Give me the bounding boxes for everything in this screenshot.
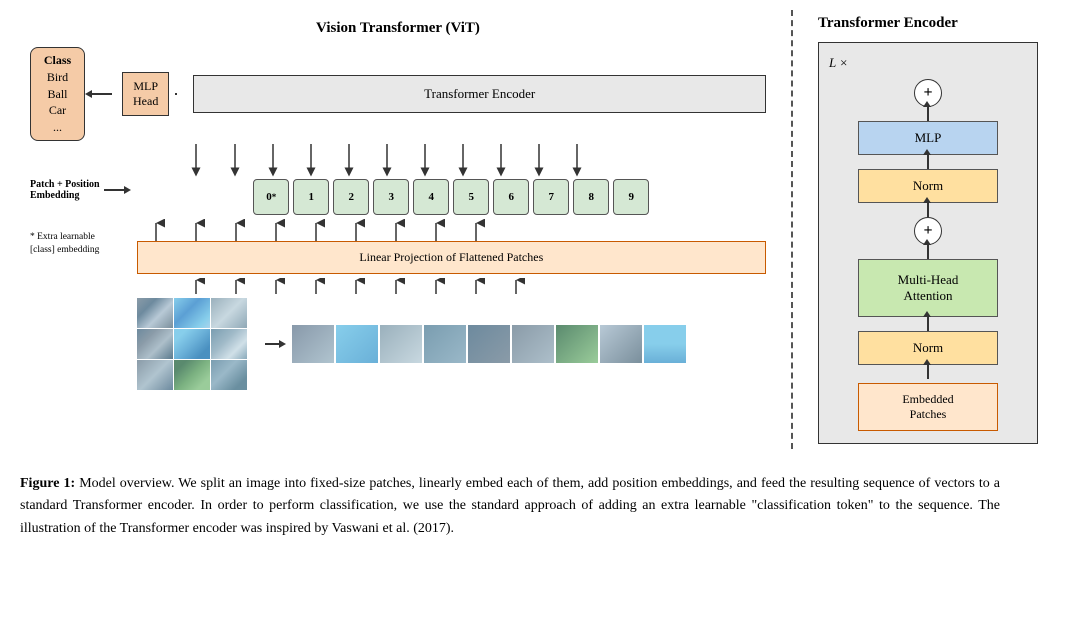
image-patches-row bbox=[137, 298, 766, 390]
src-patch-6 bbox=[211, 329, 247, 359]
src-patch-9 bbox=[211, 360, 247, 390]
encoder-section-title: Transformer Encoder bbox=[818, 15, 1038, 32]
token-1: 1 bbox=[293, 179, 329, 215]
patch-sequence bbox=[292, 325, 686, 363]
class-car: Car bbox=[39, 102, 76, 119]
token-3: 3 bbox=[373, 179, 409, 215]
token-6: 6 bbox=[493, 179, 529, 215]
seq-patch-8 bbox=[600, 325, 642, 363]
seq-patch-5 bbox=[468, 325, 510, 363]
token-0: 0* bbox=[253, 179, 289, 215]
section-divider bbox=[791, 10, 793, 449]
enc-mha-box: Multi-Head Attention bbox=[858, 259, 998, 317]
seq-patch-6 bbox=[512, 325, 554, 363]
src-patch-3 bbox=[211, 298, 247, 328]
arrow-mlphead-to-class bbox=[85, 90, 112, 98]
src-patch-2 bbox=[174, 298, 210, 328]
token-5: 5 bbox=[453, 179, 489, 215]
mlp-head-box: MLP Head bbox=[122, 72, 169, 116]
transformer-encoder-box: Transformer Encoder bbox=[193, 75, 766, 113]
vit-section: Vision Transformer (ViT) Class Bird Ball… bbox=[20, 10, 776, 400]
patch-label-col: Patch + PositionEmbedding * Extra learna… bbox=[30, 179, 131, 258]
figure-number: Figure 1: bbox=[20, 476, 75, 491]
extra-learnable-note: * Extra learnable[class] embedding bbox=[30, 231, 131, 258]
token-row: 0* 1 2 3 4 5 6 7 8 9 bbox=[253, 179, 649, 215]
arrow-mha-to-add-mid bbox=[927, 245, 929, 259]
arrow-src-to-seq bbox=[265, 340, 286, 348]
top-row: Class Bird Ball Car ... MLP Head bbox=[30, 47, 766, 141]
seq-patch-2 bbox=[336, 325, 378, 363]
embedded-patches-box: Embedded Patches bbox=[858, 383, 998, 431]
src-patch-8 bbox=[174, 360, 210, 390]
arrow-embed-to-norm2 bbox=[927, 365, 929, 379]
token-4: 4 bbox=[413, 179, 449, 215]
source-images bbox=[137, 298, 247, 390]
src-patch-1 bbox=[137, 298, 173, 328]
patch-embedding-label: Patch + PositionEmbedding bbox=[30, 179, 100, 201]
main-container: Vision Transformer (ViT) Class Bird Ball… bbox=[20, 10, 1048, 540]
arrow-embedding-to-tokens bbox=[104, 186, 131, 194]
encoder-content: + MLP Norm + Multi-H bbox=[829, 79, 1027, 431]
figure-caption: Figure 1: Model overview. We split an im… bbox=[20, 473, 1000, 540]
lx-label: L × bbox=[829, 55, 1027, 71]
arrow-norm1-to-mlp bbox=[927, 155, 929, 169]
src-patch-4 bbox=[137, 329, 173, 359]
encoder-detail-box: L × + MLP Norm + bbox=[818, 42, 1038, 444]
patch-area: Patch + PositionEmbedding * Extra learna… bbox=[30, 179, 766, 390]
arrow-norm2-to-mha bbox=[927, 317, 929, 331]
seq-patch-3 bbox=[380, 325, 422, 363]
src-patch-5 bbox=[174, 329, 210, 359]
seq-patch-9 bbox=[644, 325, 686, 363]
seq-patch-1 bbox=[292, 325, 334, 363]
token-arrows-svg bbox=[137, 219, 766, 241]
patch-to-linear-arrows-svg bbox=[137, 278, 766, 294]
caption-text: Model overview. We split an image into f… bbox=[20, 476, 1000, 536]
arrow-enc-to-mlp bbox=[175, 93, 177, 95]
tokens-and-linear: 0* 1 2 3 4 5 6 7 8 9 bbox=[137, 179, 766, 390]
class-dots: ... bbox=[39, 119, 76, 136]
token-9: 9 bbox=[613, 179, 649, 215]
token-8: 8 bbox=[573, 179, 609, 215]
src-patch-7 bbox=[137, 360, 173, 390]
vit-title: Vision Transformer (ViT) bbox=[30, 20, 766, 37]
class-label: Class bbox=[39, 52, 76, 69]
class-box: Class Bird Ball Car ... bbox=[30, 47, 85, 141]
encoder-section: Transformer Encoder L × + MLP Norm bbox=[808, 10, 1048, 449]
diagram-area: Vision Transformer (ViT) Class Bird Ball… bbox=[20, 10, 1048, 459]
arrow-add-to-norm1 bbox=[927, 203, 929, 217]
seq-patch-7 bbox=[556, 325, 598, 363]
arrow-norm1-to-add-top bbox=[927, 107, 929, 121]
class-ball: Ball bbox=[39, 86, 76, 103]
connector-arrows-svg bbox=[30, 144, 766, 174]
token-7: 7 bbox=[533, 179, 569, 215]
token-2: 2 bbox=[333, 179, 369, 215]
linear-projection-box: Linear Projection of Flattened Patches bbox=[137, 241, 766, 274]
seq-patch-4 bbox=[424, 325, 466, 363]
class-bird: Bird bbox=[39, 69, 76, 86]
